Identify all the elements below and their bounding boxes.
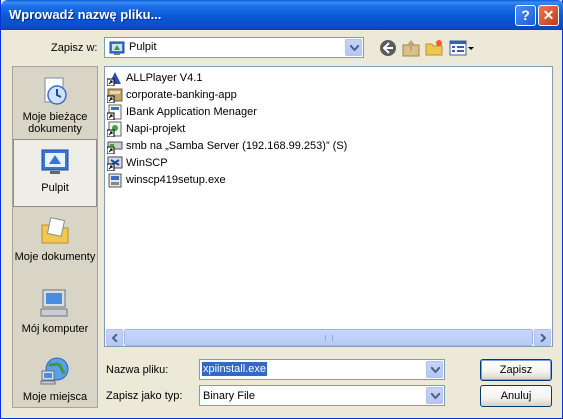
- file-name: winscp419setup.exe: [126, 173, 226, 186]
- place-desktop[interactable]: Pulpit: [13, 139, 97, 207]
- save-in-label: Zapisz w:: [51, 42, 98, 54]
- place-recent-documents[interactable]: Moje bieżące dokumenty: [13, 75, 97, 135]
- chevron-down-icon: [431, 393, 440, 399]
- place-label: Mój komputer: [21, 323, 89, 335]
- scroll-right-button[interactable]: [534, 329, 551, 346]
- list-item[interactable]: IBank Application Menager: [107, 103, 257, 120]
- place-network[interactable]: Moje miejsca: [13, 355, 97, 403]
- close-icon: ✕: [542, 7, 555, 23]
- filename-value: xpiinstall.exe: [202, 362, 267, 376]
- scroll-left-button[interactable]: [106, 329, 123, 346]
- save-in-dropdown-button[interactable]: [345, 39, 362, 56]
- chevron-down-icon: [350, 45, 359, 51]
- close-button[interactable]: ✕: [538, 5, 559, 26]
- file-name: smb na „Samba Server (192.168.99.253)” (…: [126, 139, 348, 152]
- shortcut-icon: [107, 156, 123, 171]
- my-documents-icon: [41, 217, 69, 244]
- file-name: ALLPlayer V4.1: [126, 71, 203, 84]
- save-button[interactable]: Zapisz: [480, 359, 552, 381]
- title-bar[interactable]: Wprowadź nazwę pliku... ? ✕: [1, 0, 563, 30]
- recent-documents-icon: [44, 77, 67, 105]
- desktop-icon: [41, 149, 69, 174]
- place-my-documents[interactable]: Moje dokumenty: [13, 215, 97, 263]
- filename-dropdown-button[interactable]: [426, 361, 443, 378]
- filename-label: Nazwa pliku:: [106, 364, 169, 376]
- cancel-button[interactable]: Anuluj: [480, 385, 552, 407]
- up-folder-icon[interactable]: [401, 38, 421, 58]
- new-folder-icon[interactable]: [424, 38, 444, 58]
- chevron-down-icon: [431, 367, 440, 373]
- place-label: Moje dokumenty: [14, 251, 96, 263]
- list-item[interactable]: ALLPlayer V4.1: [107, 69, 202, 86]
- grip-icon: [325, 335, 333, 341]
- help-icon: ?: [521, 7, 530, 23]
- shortcut-icon: [107, 71, 121, 86]
- file-name: IBank Application Menager: [126, 105, 257, 118]
- back-arrow-icon[interactable]: [378, 38, 398, 58]
- list-item[interactable]: winscp419setup.exe: [107, 171, 226, 188]
- chevron-left-icon: [112, 334, 118, 342]
- save-file-dialog: Wprowadź nazwę pliku... ? ✕ Zapisz w: Pu…: [0, 0, 563, 419]
- file-name: WinSCP: [126, 156, 168, 169]
- shortcut-icon: [107, 121, 122, 137]
- filename-field[interactable]: xpiinstall.exe: [199, 359, 445, 380]
- shortcut-icon: [107, 104, 122, 120]
- scrollbar-thumb[interactable]: [124, 329, 533, 346]
- file-list[interactable]: ALLPlayer V4.1 corporate-banking-app IBa…: [104, 66, 553, 347]
- place-my-computer[interactable]: Mój komputer: [13, 287, 97, 335]
- filetype-value: Binary File: [203, 390, 255, 402]
- network-drive-shortcut-icon: [107, 141, 123, 154]
- views-menu-icon[interactable]: [449, 38, 475, 58]
- filetype-select[interactable]: Binary File: [199, 385, 445, 406]
- horizontal-scrollbar[interactable]: [106, 329, 551, 346]
- save-in-value: Pulpit: [129, 41, 157, 53]
- file-name: corporate-banking-app: [126, 88, 237, 101]
- list-item[interactable]: WinSCP: [107, 154, 168, 171]
- filetype-label: Zapisz jako typ:: [106, 390, 183, 402]
- place-label: Moje miejsca: [22, 391, 88, 403]
- filetype-dropdown-button[interactable]: [426, 387, 443, 404]
- desktop-small-icon: [109, 41, 125, 55]
- chevron-right-icon: [540, 334, 546, 342]
- my-computer-icon: [40, 289, 68, 317]
- shortcut-icon: [107, 88, 123, 103]
- installer-icon: [108, 173, 122, 187]
- list-item[interactable]: smb na „Samba Server (192.168.99.253)” (…: [107, 137, 347, 154]
- list-item[interactable]: Napi-projekt: [107, 120, 185, 137]
- places-bar: Moje bieżące dokumenty Pulpit Moje dokum…: [12, 66, 98, 408]
- network-places-icon: [40, 357, 69, 385]
- list-item[interactable]: corporate-banking-app: [107, 86, 237, 103]
- window-title: Wprowadź nazwę pliku...: [9, 7, 162, 22]
- place-label: Moje bieżące dokumenty: [22, 111, 88, 135]
- place-label: Pulpit: [41, 182, 69, 194]
- save-in-combo[interactable]: Pulpit: [104, 37, 364, 58]
- file-name: Napi-projekt: [126, 122, 186, 135]
- help-button[interactable]: ?: [515, 5, 536, 26]
